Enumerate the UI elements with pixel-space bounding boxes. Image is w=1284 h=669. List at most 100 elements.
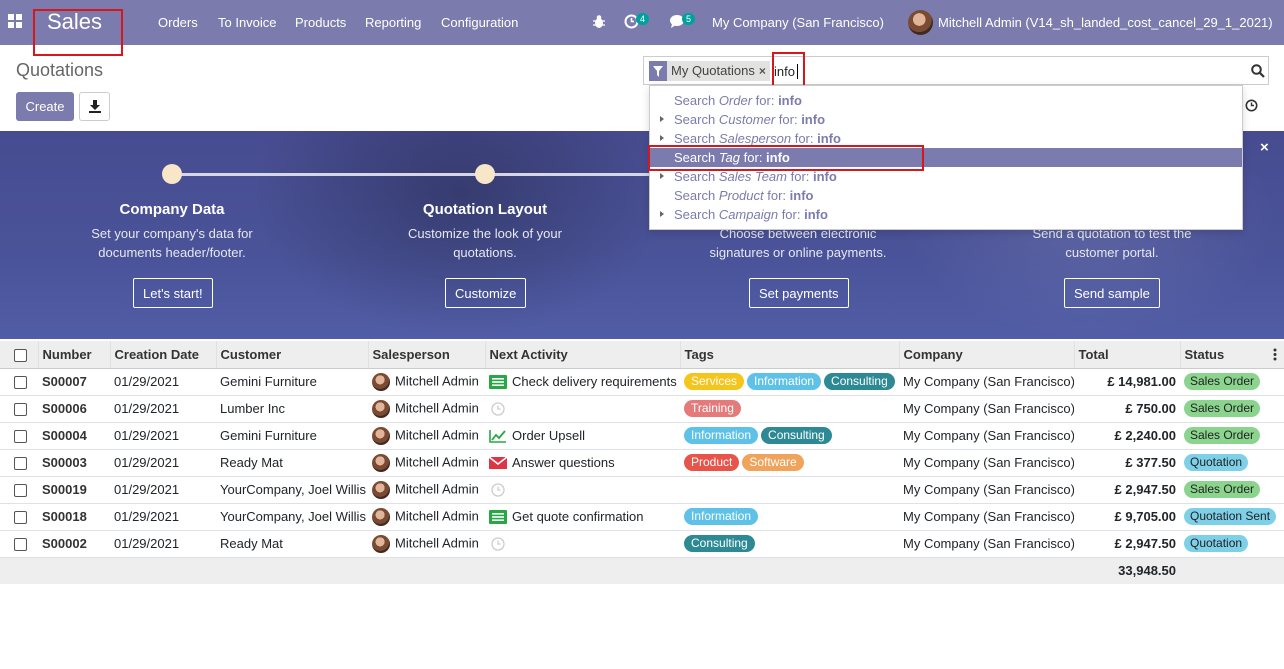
order-number: S00002 (38, 530, 110, 558)
tags-cell: Services Information Consulting (680, 368, 899, 396)
menu-to-invoice[interactable]: To Invoice (218, 15, 277, 30)
row-checkbox[interactable] (0, 476, 38, 504)
expand-caret-icon[interactable] (660, 211, 664, 217)
activity-view-button[interactable] (1239, 92, 1269, 121)
expand-caret-icon[interactable] (660, 116, 664, 122)
step-dot-layout (475, 164, 495, 184)
search-input[interactable] (774, 61, 1174, 81)
customer-name: Lumber Inc (216, 395, 368, 423)
expand-caret-icon[interactable] (660, 135, 664, 141)
tags-cell: Consulting (680, 530, 899, 558)
create-button[interactable]: Create (16, 92, 74, 121)
creation-date: 01/29/2021 (110, 530, 216, 558)
step-desc-layout: Customize the look of your quotations. (408, 226, 562, 260)
row-checkbox[interactable] (0, 422, 38, 450)
column-total[interactable]: Total (1074, 341, 1181, 369)
clock-icon[interactable] (489, 401, 512, 416)
column-tags[interactable]: Tags (680, 341, 900, 369)
column-next-activity[interactable]: Next Activity (485, 341, 681, 369)
next-activity-cell[interactable] (485, 476, 680, 504)
next-activity-cell[interactable]: Check delivery requirements (485, 368, 680, 396)
email-icon[interactable] (489, 455, 512, 470)
column-company[interactable]: Company (899, 341, 1075, 369)
next-activity-cell[interactable]: Get quote confirmation (485, 503, 680, 531)
expand-caret-icon[interactable] (660, 173, 664, 179)
next-activity-cell[interactable] (485, 530, 680, 558)
company-name: My Company (San Francisco) (899, 530, 1074, 558)
menu-configuration[interactable]: Configuration (441, 15, 518, 30)
menu-orders[interactable]: Orders (158, 15, 198, 30)
set-payments-button[interactable]: Set payments (749, 278, 849, 308)
highlight-sales-brand (33, 9, 123, 56)
status-cell: Quotation (1180, 449, 1284, 477)
column-status[interactable]: Status (1180, 341, 1284, 369)
column-customer[interactable]: Customer (216, 341, 369, 369)
company-name: My Company (San Francisco) (899, 476, 1074, 504)
clock-icon[interactable] (489, 536, 512, 551)
salesperson-cell: Mitchell Admin (368, 368, 485, 396)
table-row[interactable]: S00003 01/29/2021 Ready Mat Mitchell Adm… (0, 449, 1284, 477)
order-total: £ 14,981.00 (1074, 368, 1180, 396)
banner-close-icon[interactable]: × (1260, 139, 1269, 156)
next-activity-cell[interactable]: Order Upsell (485, 422, 680, 450)
lets-start-button[interactable]: Let's start! (133, 278, 213, 308)
customer-name: Gemini Furniture (216, 422, 368, 450)
tag-badge: Services (684, 373, 745, 390)
autocomplete-campaign[interactable]: Search Campaign for: info (650, 205, 1242, 224)
row-checkbox[interactable] (0, 395, 38, 423)
order-total: £ 9,705.00 (1074, 503, 1180, 531)
autocomplete-customer[interactable]: Search Customer for: info (650, 110, 1242, 129)
download-button[interactable] (79, 92, 110, 121)
column-salesperson[interactable]: Salesperson (368, 341, 486, 369)
menu-products[interactable]: Products (295, 15, 346, 30)
search-facet-my-quotations[interactable]: My Quotations × (649, 61, 770, 81)
clock-icon (1245, 99, 1258, 112)
clock-icon[interactable] (489, 482, 512, 497)
salesperson-cell: Mitchell Admin (368, 530, 485, 558)
search-bar[interactable]: My Quotations × (643, 56, 1269, 85)
salesperson-avatar (372, 426, 390, 445)
send-sample-button[interactable]: Send sample (1064, 278, 1160, 308)
highlight-tag-suggestion (648, 145, 924, 171)
menu-reporting[interactable]: Reporting (365, 15, 421, 30)
tag-badge: Software (742, 454, 804, 471)
table-row[interactable]: S00006 01/29/2021 Lumber Inc Mitchell Ad… (0, 395, 1284, 423)
table-row[interactable]: S00019 01/29/2021 YourCompany, Joel Will… (0, 476, 1284, 504)
user-avatar[interactable] (908, 10, 933, 35)
todo-icon[interactable] (489, 509, 512, 525)
column-creation-date[interactable]: Creation Date (110, 341, 217, 369)
step-desc-company: Set your company's data for documents hea… (91, 226, 253, 260)
status-badge: Sales Order (1184, 427, 1261, 444)
next-activity-cell[interactable]: Answer questions (485, 449, 680, 477)
select-all-checkbox[interactable] (0, 341, 39, 369)
facet-remove-icon[interactable]: × (759, 61, 770, 81)
row-checkbox[interactable] (0, 530, 38, 558)
optional-columns-icon[interactable] (1273, 348, 1277, 364)
upsell-icon[interactable] (489, 428, 512, 444)
row-checkbox[interactable] (0, 368, 38, 396)
tag-badge: Consulting (824, 373, 895, 390)
user-menu[interactable]: Mitchell Admin (V14_sh_landed_cost_cance… (938, 15, 1273, 30)
tags-cell: Training (680, 395, 899, 423)
customer-name: Ready Mat (216, 530, 368, 558)
salesperson-name: Mitchell Admin (395, 453, 479, 469)
apps-menu-icon[interactable] (8, 14, 24, 30)
company-switcher[interactable]: My Company (San Francisco) (712, 15, 884, 30)
bug-icon[interactable] (592, 14, 606, 29)
row-checkbox[interactable] (0, 449, 38, 477)
highlight-search-input (772, 52, 805, 88)
salesperson-name: Mitchell Admin (395, 399, 479, 415)
tag-badge: Information (684, 508, 759, 525)
table-row[interactable]: S00002 01/29/2021 Ready Mat Mitchell Adm… (0, 530, 1284, 558)
table-row[interactable]: S00018 01/29/2021 YourCompany, Joel Will… (0, 503, 1284, 531)
search-icon[interactable] (1251, 64, 1265, 78)
next-activity-cell[interactable] (485, 395, 680, 423)
row-checkbox[interactable] (0, 503, 38, 531)
customize-button[interactable]: Customize (445, 278, 527, 308)
autocomplete-product[interactable]: Search Product for: info (650, 186, 1242, 205)
column-number[interactable]: Number (38, 341, 111, 369)
table-row[interactable]: S00004 01/29/2021 Gemini Furniture Mitch… (0, 422, 1284, 450)
table-row[interactable]: S00007 01/29/2021 Gemini Furniture Mitch… (0, 368, 1284, 396)
autocomplete-order[interactable]: Search Order for: info (650, 91, 1242, 110)
todo-icon[interactable] (489, 374, 512, 390)
